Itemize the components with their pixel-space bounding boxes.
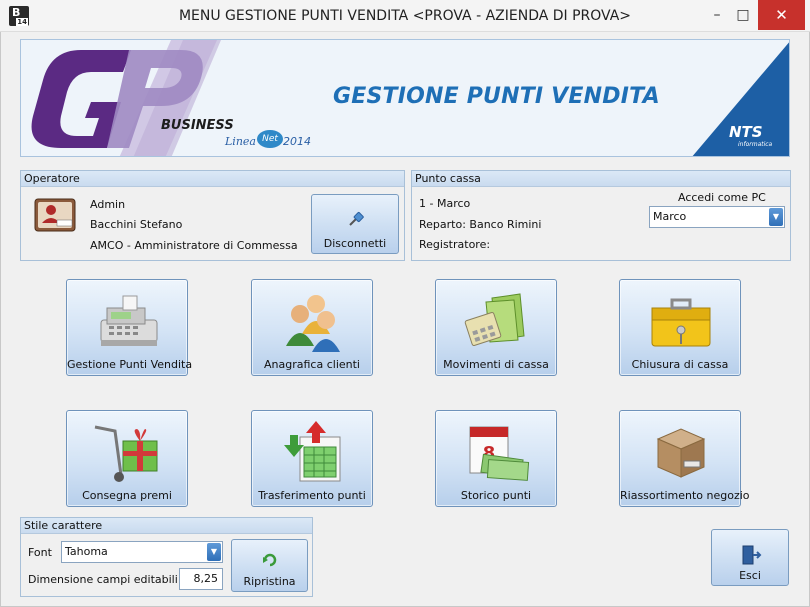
operator-panel: Operatore Admin Bacchini Stefano AMCO - … [20,170,405,261]
calculator-folder-icon [464,293,525,346]
chevron-down-icon[interactable]: ▼ [769,208,783,226]
font-label: Font [28,546,52,559]
id-card-icon [34,198,76,232]
operator-full-name: Bacchini Stefano [90,218,183,231]
tile-label: Consegna premi [82,489,172,502]
font-select-value: Tahoma [65,545,108,558]
banner-year: 2014 [283,135,311,148]
tile-chiusura-di-cassa[interactable]: Chiusura di cassa [619,279,741,376]
customers-icon [286,295,340,352]
box-icon [656,428,706,478]
tile-anagrafica-clienti[interactable]: Anagrafica clienti [251,279,373,376]
banner-linea: Linea [225,135,256,148]
operator-role: AMCO - Amministratore di Commessa [90,239,298,252]
tile-movimenti-di-cassa[interactable]: Movimenti di cassa [435,279,557,376]
tile-label: Trasferimento punti [258,489,366,502]
tile-gestione-punti-vendita[interactable]: Gestione Punti Vendita [66,279,193,376]
window-title: MENU GESTIONE PUNTI VENDITA <PROVA - AZI… [178,8,632,24]
tile-storico-punti[interactable]: 8 Storico punti [435,410,557,507]
cash-register-icon [100,295,158,346]
login-as-pc-value: Marco [653,210,687,223]
banner-title: GESTIONE PUNTI VENDITA [333,84,660,109]
exit-door-icon [742,545,762,565]
nts-logo-sub: informatica [738,141,773,148]
disconnect-button[interactable]: Disconnetti [311,194,399,254]
field-size-label: Dimensione campi editabili [28,573,178,586]
maximize-button[interactable]: □ [728,0,758,30]
chevron-down-icon[interactable]: ▼ [207,543,221,561]
cash-point-name: 1 - Marco [419,197,471,210]
gift-trolley-icon [94,425,158,482]
tile-consegna-premi[interactable]: Consegna premi [66,410,188,507]
tile-trasferimento-punti[interactable]: Trasferimento punti [251,410,373,507]
disconnect-label: Disconnetti [323,237,387,250]
tile-label: Gestione Punti Vendita [67,358,193,371]
tile-label: Anagrafica clienti [264,358,360,371]
plug-icon [349,211,364,226]
cash-point-panel: Punto cassa 1 - Marco Reparto: Banco Rim… [411,170,791,261]
refresh-icon [263,553,277,567]
nts-logo: NTS [729,123,763,141]
font-style-panel-header: Stile carattere [21,518,312,534]
operator-panel-header: Operatore [21,171,404,187]
login-as-pc-label: Accedi come PC [678,191,766,204]
banner-business: BUSINESS [161,118,234,133]
tile-riassortimento-negozio[interactable]: Riassortimento negozio [619,410,750,507]
tile-label: Riassortimento negozio [620,489,750,502]
department: Reparto: Banco Rimini [419,218,542,231]
reset-label: Ripristina [243,575,296,588]
register-label: Registratore: [419,238,491,251]
banner: GESTIONE PUNTI VENDITA BUSINESS Linea Ne… [20,39,790,157]
reset-button[interactable]: Ripristina [231,539,308,592]
tile-label: Chiusura di cassa [631,358,729,371]
banner-net-badge: Net [257,130,283,148]
exit-button[interactable]: Esci [711,529,789,586]
exit-label: Esci [739,569,761,582]
operator-name: Admin [90,198,126,211]
tile-label: Movimenti di cassa [443,358,549,371]
font-style-panel: Stile carattere Font Tahoma ▼ Dimensione… [20,517,313,597]
field-size-input[interactable]: 8,25 [179,568,223,590]
font-select[interactable]: Tahoma ▼ [61,541,223,563]
close-button[interactable]: ✕ [758,0,805,30]
tile-label: Storico punti [460,489,532,502]
transfer-sheet-icon [284,421,341,482]
toolbox-icon [651,298,711,347]
title-bar: B 14 MENU GESTIONE PUNTI VENDITA <PROVA -… [0,0,810,32]
calendar-money-icon: 8 [469,426,530,481]
login-as-pc-select[interactable]: Marco ▼ [649,206,785,228]
cash-point-panel-header: Punto cassa [412,171,790,187]
